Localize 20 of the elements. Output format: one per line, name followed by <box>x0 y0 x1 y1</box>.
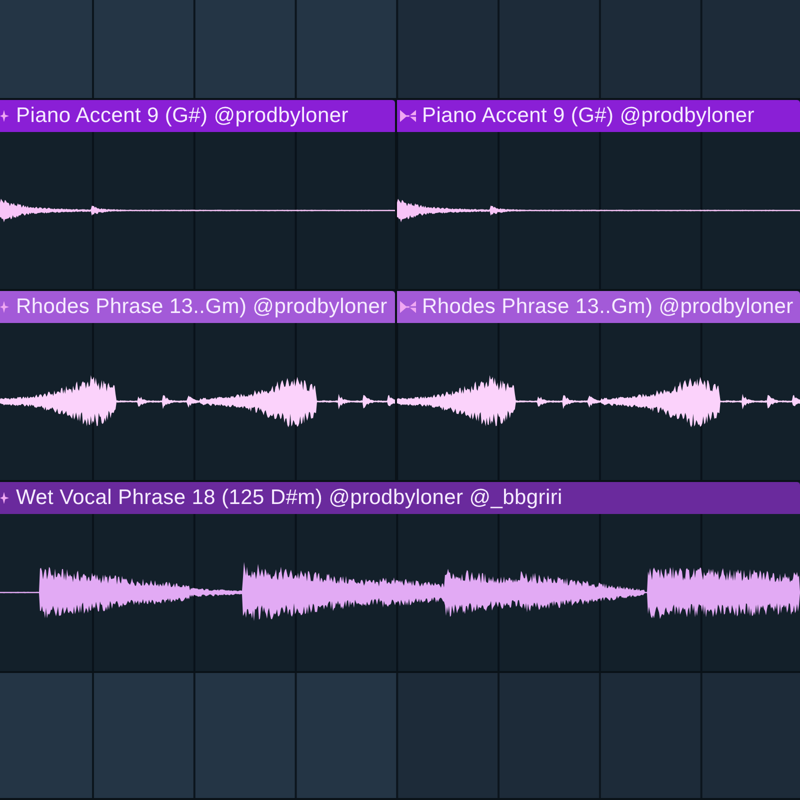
bowtie-icon <box>400 301 416 313</box>
audio-clip[interactable]: Piano Accent 9 (G#) @prodbyloner <box>397 100 800 289</box>
clip-title: Piano Accent 9 (G#) @prodbyloner <box>16 103 348 129</box>
audio-clip[interactable]: Piano Accent 9 (G#) @prodbyloner <box>0 100 397 289</box>
clip-header[interactable]: Wet Vocal Phrase 18 (125 D#m) @prodbyloner @_bbgriri <box>0 482 800 514</box>
clip-header[interactable]: Rhodes Phrase 13..Gm) @prodbyloner <box>0 291 395 323</box>
sparkle-icon <box>0 492 9 504</box>
clip-header[interactable]: Piano Accent 9 (G#) @prodbyloner <box>0 100 395 132</box>
clip-title: Wet Vocal Phrase 18 (125 D#m) @prodbyloner @_bbgriri <box>16 485 562 511</box>
sparkle-icon <box>0 110 9 122</box>
clip-title: Rhodes Phrase 13..Gm) @prodbyloner <box>16 294 388 320</box>
clip-title: Rhodes Phrase 13..Gm) @prodbyloner <box>422 294 794 320</box>
audio-clip[interactable]: Rhodes Phrase 13..Gm) @prodbyloner <box>0 291 397 480</box>
audio-clip[interactable]: Rhodes Phrase 13..Gm) @prodbyloner <box>397 291 800 480</box>
clip-header[interactable]: Piano Accent 9 (G#) @prodbyloner <box>397 100 800 132</box>
bowtie-icon <box>400 110 416 122</box>
clip-title: Piano Accent 9 (G#) @prodbyloner <box>422 103 754 129</box>
audio-clip[interactable]: Wet Vocal Phrase 18 (125 D#m) @prodbyloner @_bbgriri <box>0 482 800 671</box>
clip-header[interactable]: Rhodes Phrase 13..Gm) @prodbyloner <box>397 291 800 323</box>
sparkle-icon <box>0 301 9 313</box>
